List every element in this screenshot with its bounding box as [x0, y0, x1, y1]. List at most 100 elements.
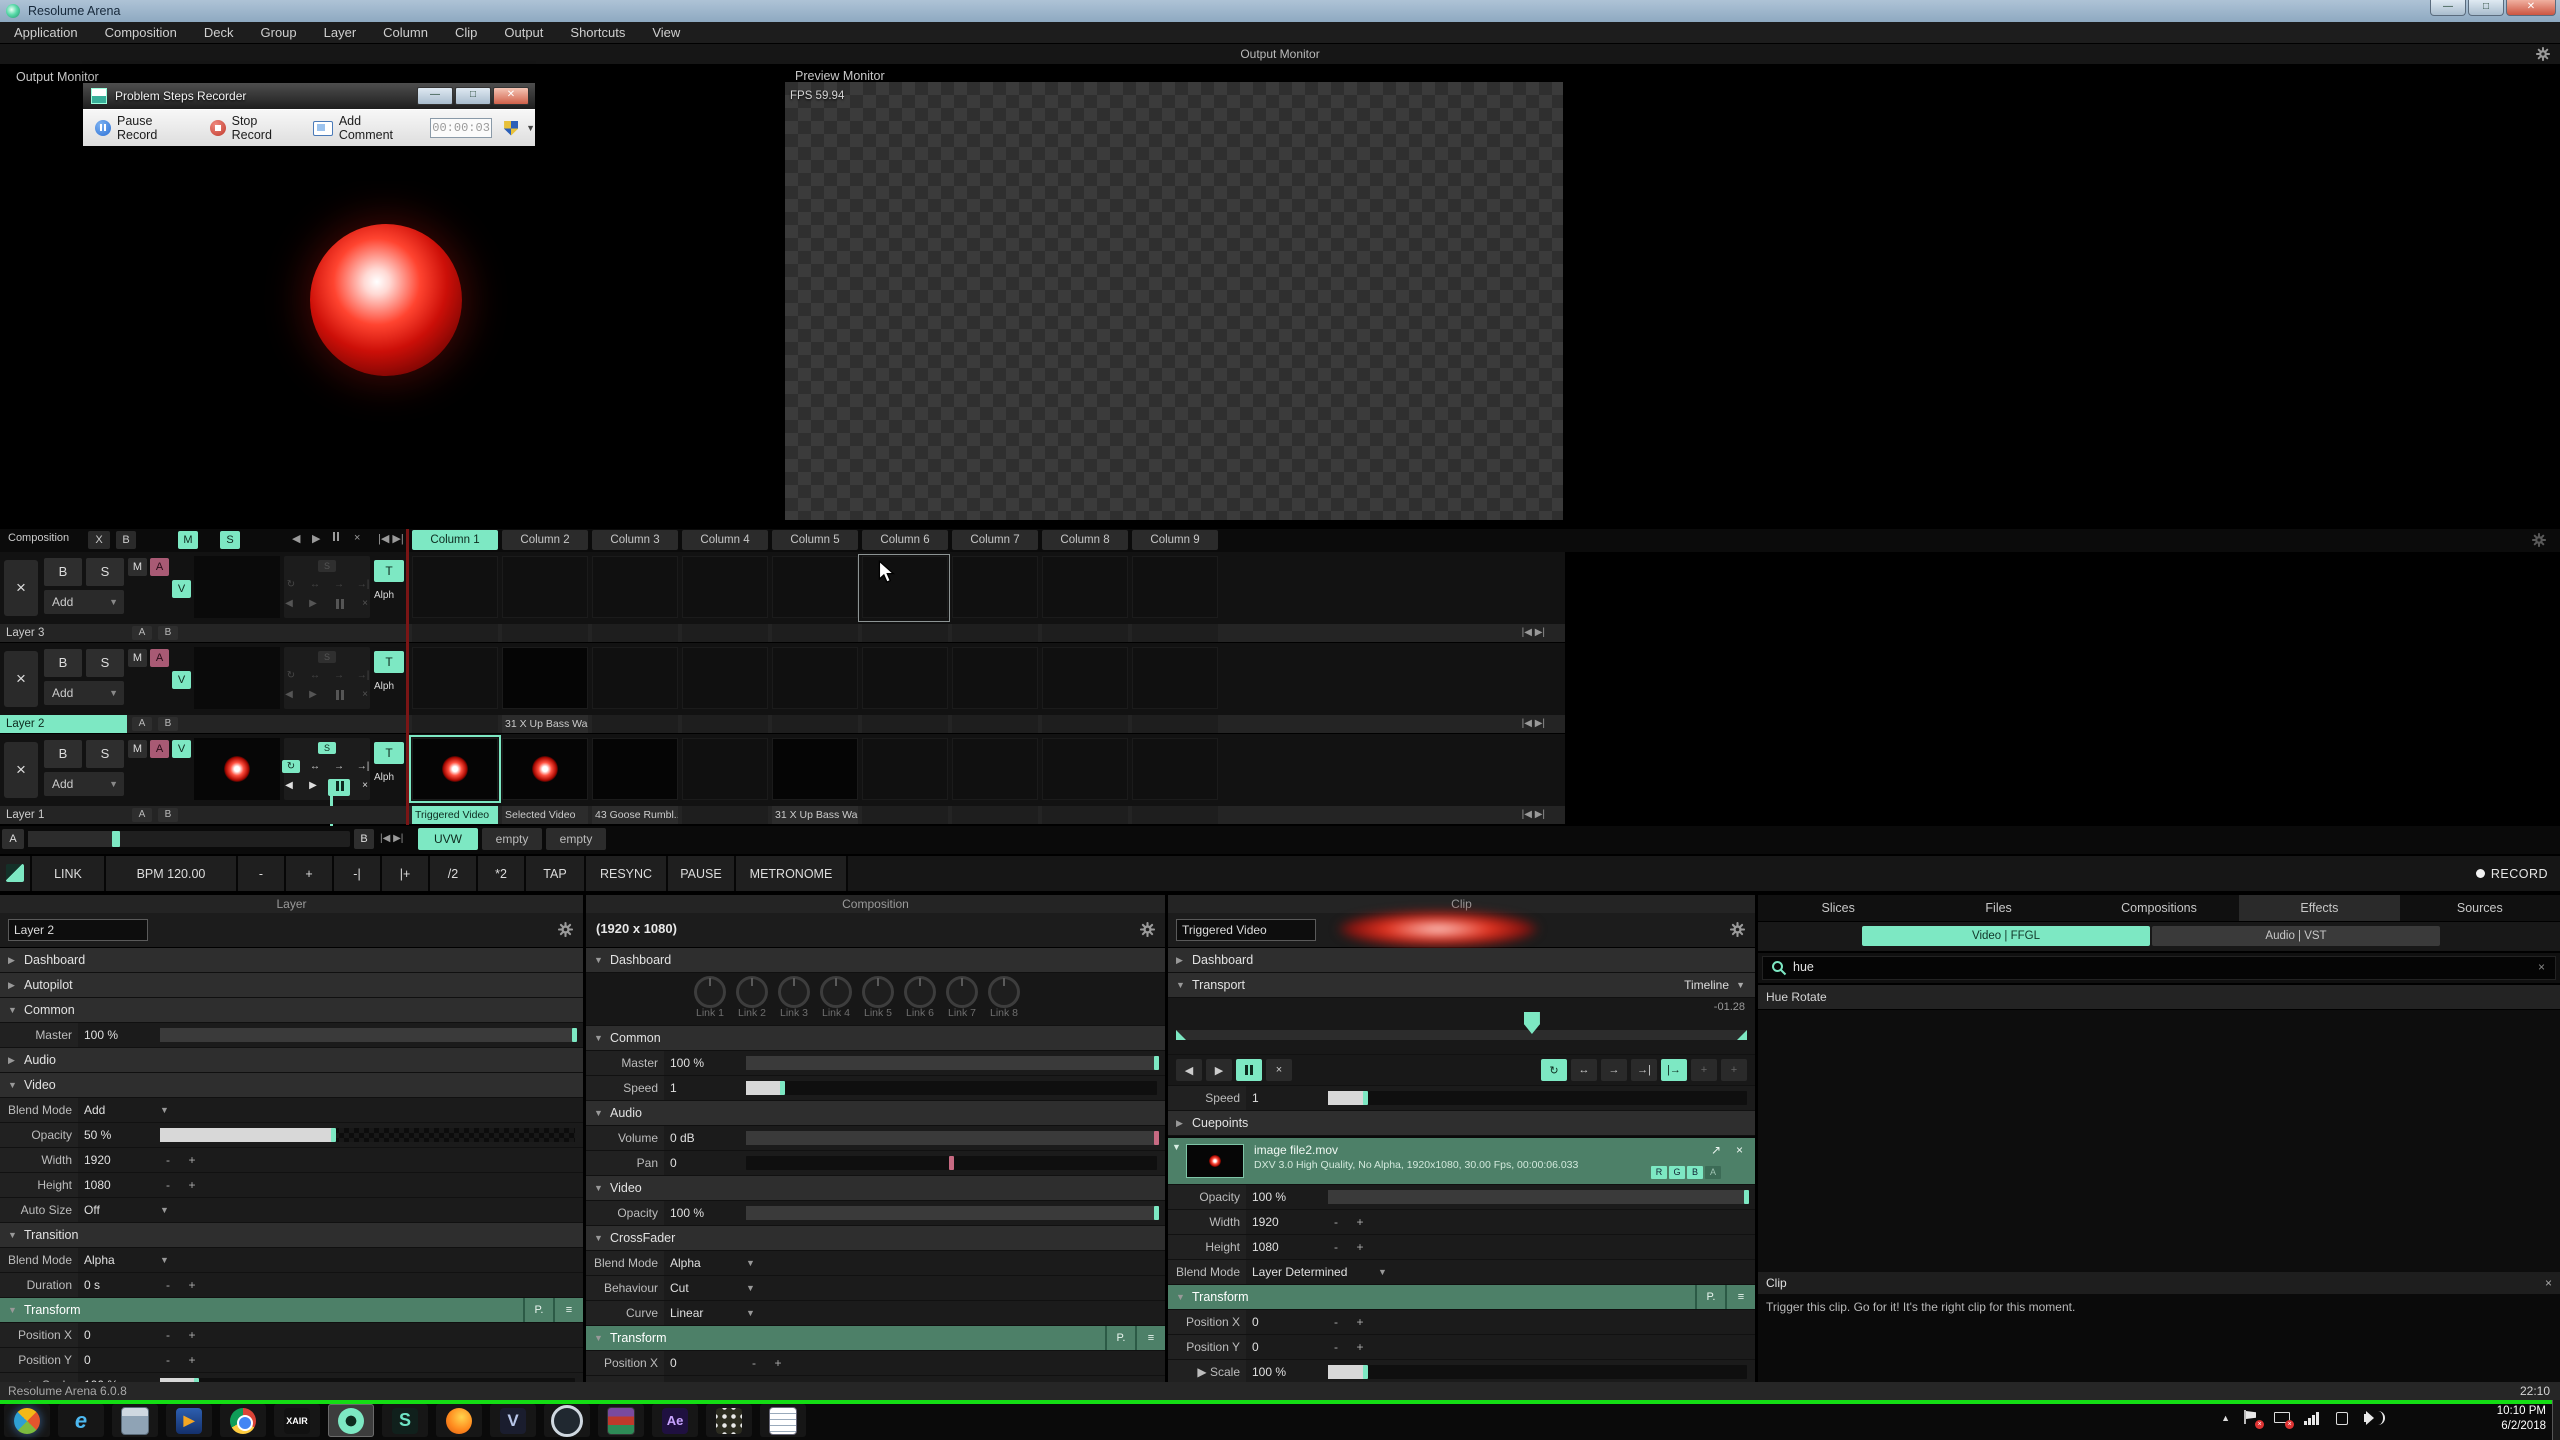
taskbar-icon-ae[interactable]: Ae — [652, 1404, 698, 1437]
pingpong-icon[interactable]: ↔ — [306, 669, 324, 682]
clip-label[interactable]: Selected Video — [502, 806, 588, 824]
section-transform[interactable]: ▼TransformP.≡ — [0, 1298, 583, 1323]
layer-video-button[interactable]: V — [172, 580, 191, 598]
section-dashboard[interactable]: ▶Dashboard — [0, 948, 583, 973]
empty-clip-label[interactable] — [1132, 715, 1218, 733]
column-header-3[interactable]: Column 3 — [592, 530, 678, 550]
forward-icon[interactable]: → — [330, 760, 348, 773]
increment-button[interactable]: + — [770, 1351, 786, 1375]
layer-b-button[interactable]: B — [158, 626, 178, 640]
tab-effects[interactable]: Effects — [2239, 895, 2399, 921]
menu-clip[interactable]: Clip — [455, 25, 477, 40]
param-value[interactable]: 50 % — [84, 1123, 111, 1147]
param-value[interactable]: 100 % — [84, 1023, 118, 1047]
taskbar-icon-wmp[interactable]: ▶ — [166, 1404, 212, 1437]
clip-solo-badge[interactable]: S — [318, 742, 336, 754]
layer-t-button[interactable]: T — [374, 742, 404, 764]
section-icon-button[interactable]: ≡ — [1135, 1326, 1165, 1350]
layer-skip-buttons[interactable]: |◀ ▶| — [1522, 624, 1545, 642]
section-cuepoints[interactable]: ▶Cuepoints — [1168, 1111, 1755, 1136]
layer-solo-button[interactable]: S — [86, 558, 124, 586]
pingpong-icon[interactable]: ↔ — [306, 760, 324, 773]
pause-icon[interactable] — [328, 688, 350, 705]
increment-button[interactable]: + — [184, 1273, 200, 1297]
chevron-down-icon[interactable]: ▼ — [1378, 1260, 1387, 1284]
menu-layer[interactable]: Layer — [324, 25, 357, 40]
chevron-down-icon[interactable]: ▼ — [160, 1198, 169, 1222]
pingpong-icon[interactable]: ↔ — [306, 578, 324, 591]
channel-a-badge[interactable]: A — [1705, 1166, 1721, 1179]
clip-cell[interactable] — [412, 556, 498, 618]
chevron-down-icon[interactable]: ▼ — [746, 1276, 755, 1300]
increment-button[interactable]: + — [184, 1148, 200, 1172]
empty-clip-label[interactable] — [862, 624, 948, 642]
play-icon[interactable]: ▶ — [304, 779, 322, 796]
decrement-button[interactable]: - — [1328, 1310, 1344, 1334]
empty-clip-label[interactable] — [952, 624, 1038, 642]
taskbar-icon-obs[interactable] — [544, 1404, 590, 1437]
timeline-start-handle[interactable] — [1176, 1030, 1186, 1040]
param-slider[interactable] — [746, 1056, 1157, 1070]
shuffle-icon[interactable]: × — [356, 597, 374, 614]
param-slider[interactable] — [160, 1028, 575, 1042]
layer-video-button[interactable]: V — [172, 740, 191, 758]
play-icon[interactable]: ▶ — [304, 688, 322, 705]
layer-m-button[interactable]: M — [128, 558, 147, 576]
layer-audio-button[interactable]: A — [150, 558, 169, 576]
slider-handle[interactable] — [780, 1081, 785, 1095]
column-header-8[interactable]: Column 8 — [1042, 530, 1128, 550]
param-value[interactable]: Alpha — [670, 1251, 701, 1275]
clip-label[interactable]: Triggered Video — [412, 806, 498, 824]
layer-name[interactable]: Layer 2 — [0, 715, 127, 733]
increment-button[interactable]: + — [184, 1323, 200, 1347]
clip-cell[interactable] — [502, 738, 588, 800]
minimize-button[interactable]: — — [2430, 0, 2466, 16]
empty-clip-label[interactable] — [1132, 806, 1218, 824]
tab-audio-vst[interactable]: Audio | VST — [2152, 926, 2440, 946]
layer-clear-button[interactable]: × — [4, 742, 38, 798]
empty-clip-label[interactable] — [1042, 806, 1128, 824]
clip-solo-badge[interactable]: S — [318, 560, 336, 572]
layer-clear-button[interactable]: × — [4, 651, 38, 707]
beat-plus[interactable]: |+ — [382, 856, 430, 891]
to-end-icon[interactable]: →| — [354, 669, 372, 682]
clip-cell[interactable] — [1042, 556, 1128, 618]
to-end-icon[interactable]: →| — [354, 578, 372, 591]
clip-name-input[interactable] — [1176, 919, 1316, 941]
network-status-icon[interactable]: × — [2274, 1410, 2290, 1426]
decrement-button[interactable]: - — [160, 1348, 176, 1372]
crossfader-b-button[interactable]: B — [354, 829, 374, 849]
empty-clip-label[interactable] — [862, 715, 948, 733]
loop-icon[interactable]: ↻ — [282, 578, 300, 591]
column-header-1[interactable]: Column 1 — [412, 530, 498, 550]
channel-g-badge[interactable]: G — [1669, 1166, 1685, 1179]
loop-icon[interactable]: ↻ — [1541, 1059, 1567, 1081]
section-icon-button[interactable]: P. — [1695, 1285, 1725, 1309]
taskbar-icon-firefox[interactable] — [436, 1404, 482, 1437]
taskbar-icon-notepad[interactable] — [760, 1404, 806, 1437]
section-dashboard[interactable]: ▼Dashboard — [586, 948, 1165, 973]
layer-bypass-button[interactable]: B — [44, 649, 82, 677]
empty-clip-label[interactable] — [682, 624, 768, 642]
clip-cell[interactable] — [1132, 647, 1218, 709]
slider-handle[interactable] — [949, 1156, 954, 1170]
layer-bypass-button[interactable]: B — [44, 740, 82, 768]
composition-prev-icon[interactable]: ◀ — [292, 532, 300, 545]
dashboard-knob[interactable] — [862, 976, 894, 1008]
clip-cell[interactable] — [862, 647, 948, 709]
deck-tab-empty[interactable]: empty — [546, 828, 606, 850]
clip-cell[interactable] — [1132, 556, 1218, 618]
move-icon[interactable]: + — [1721, 1059, 1747, 1081]
section-dashboard[interactable]: ▶Dashboard — [1168, 948, 1755, 973]
metronome-button[interactable]: METRONOME — [736, 856, 848, 891]
empty-clip-label[interactable] — [502, 624, 588, 642]
dashboard-knob[interactable] — [778, 976, 810, 1008]
taskbar-icon-resolume[interactable] — [328, 1404, 374, 1437]
column-header-2[interactable]: Column 2 — [502, 530, 588, 550]
param-slider[interactable] — [746, 1131, 1157, 1145]
section-audio[interactable]: ▼Audio — [586, 1101, 1165, 1126]
layer-t-button[interactable]: T — [374, 651, 404, 673]
clip-cell[interactable] — [592, 556, 678, 618]
section-transition[interactable]: ▼Transition — [0, 1223, 583, 1248]
empty-clip-label[interactable] — [1042, 715, 1128, 733]
